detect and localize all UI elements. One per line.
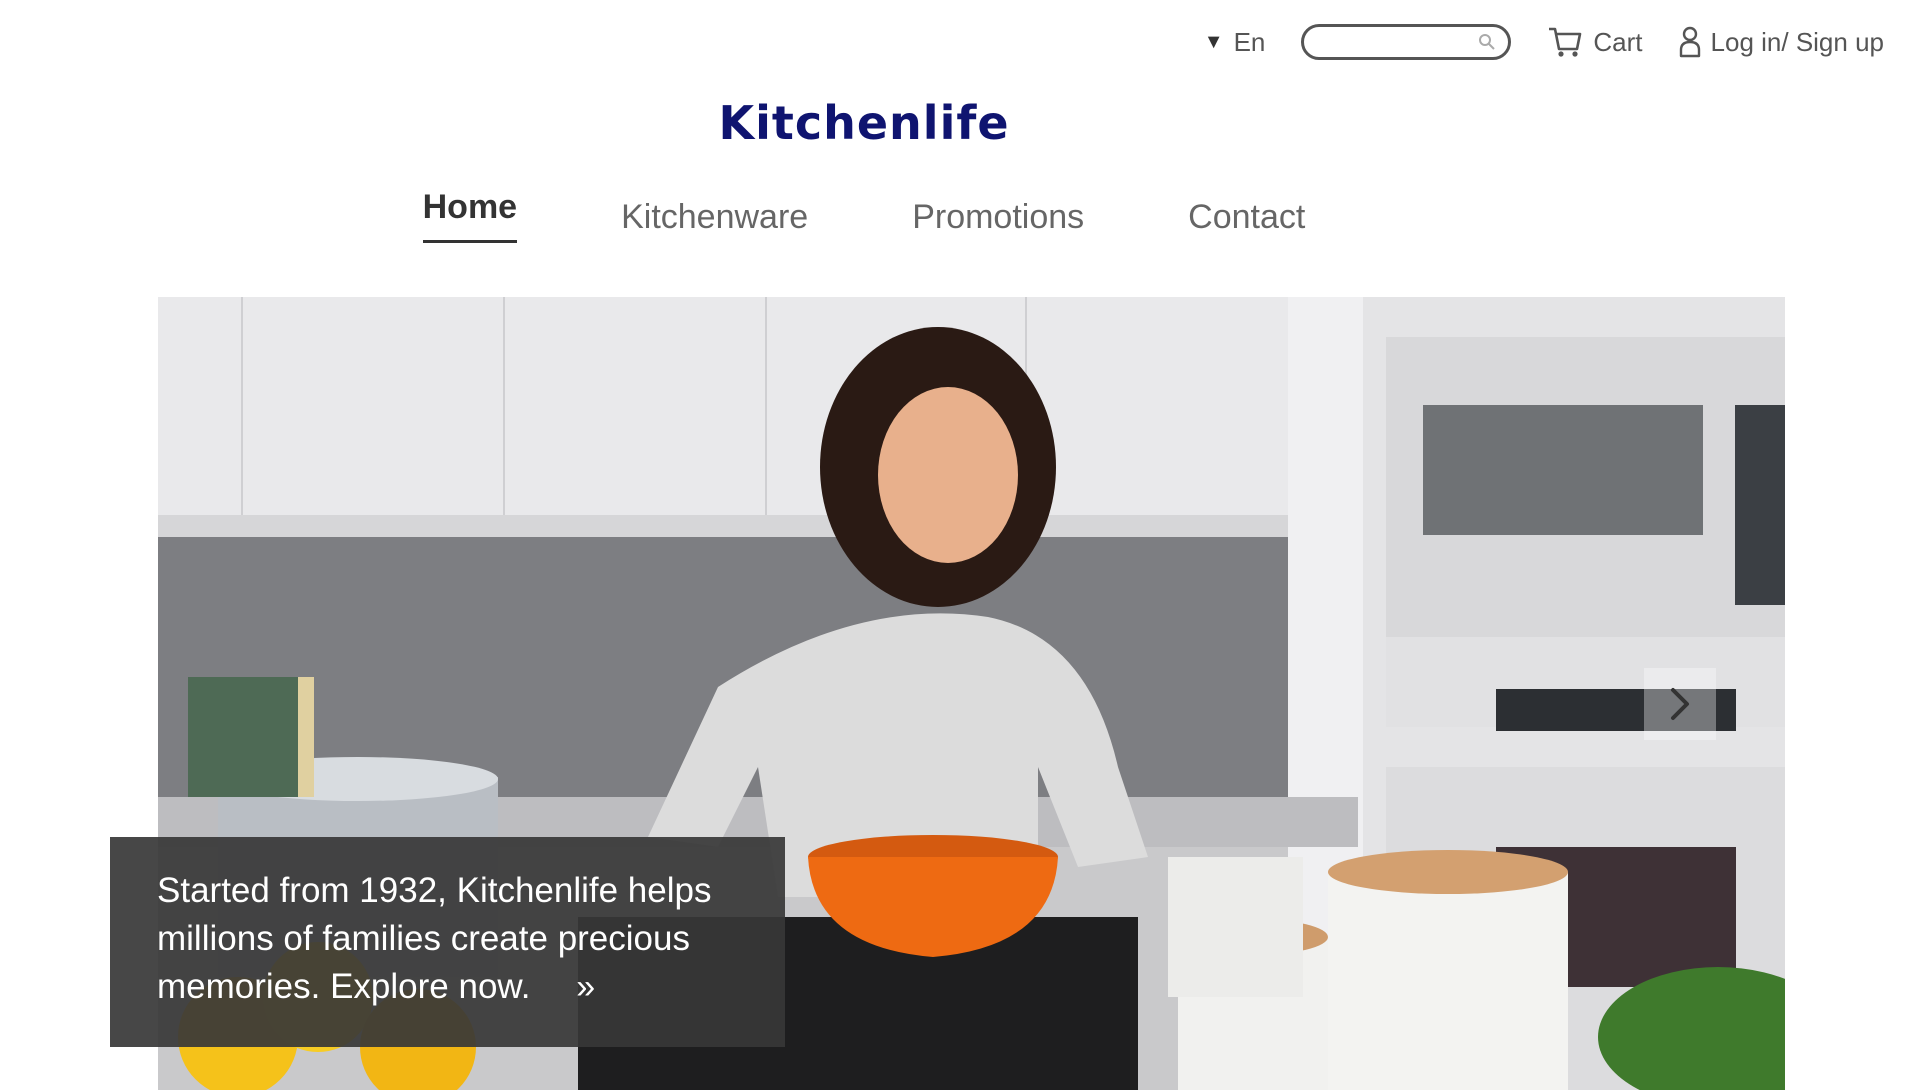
hero-caption: Started from 1932, Kitchenlife helps mil…	[110, 837, 785, 1047]
search-box[interactable]	[1301, 24, 1512, 61]
cart-label: Cart	[1593, 26, 1643, 57]
login-label: Log in/ Sign up	[1710, 26, 1884, 57]
login-link[interactable]: Log in/ Sign up	[1679, 26, 1884, 58]
explore-more-link[interactable]: »	[576, 963, 595, 1011]
nav-item-contact[interactable]: Contact	[1188, 198, 1305, 243]
cart-link[interactable]: Cart	[1547, 25, 1643, 59]
hero-caption-text: Started from 1932, Kitchenlife helps mil…	[157, 871, 712, 1006]
language-selector[interactable]: ▼ En	[1204, 27, 1266, 58]
nav-item-kitchenware[interactable]: Kitchenware	[621, 198, 808, 243]
site-logo[interactable]: Kitchenlife	[0, 96, 1824, 150]
magnifier-icon[interactable]	[1478, 33, 1496, 51]
language-label: En	[1233, 26, 1266, 57]
nav-item-promotions[interactable]: Promotions	[912, 198, 1084, 243]
carousel-next-button[interactable]	[1644, 668, 1716, 740]
search-input[interactable]	[1318, 30, 1479, 61]
nav-item-home[interactable]: Home	[422, 188, 518, 243]
main-nav: Home Kitchenware Promotions Contact	[0, 188, 1824, 243]
utility-bar: ▼ En Cart Log in/ Sign up	[1204, 18, 1884, 66]
triangle-down-icon: ▼	[1203, 31, 1224, 53]
cart-icon	[1549, 27, 1582, 57]
user-icon	[1679, 26, 1700, 58]
chevron-right-icon	[1671, 688, 1689, 720]
